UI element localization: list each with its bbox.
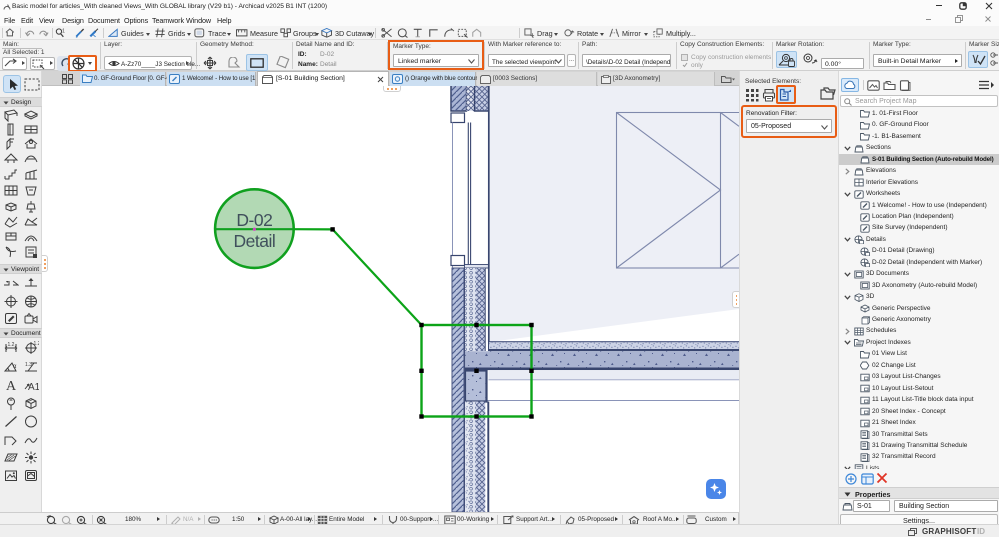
svg-text:1.2: 1.2 xyxy=(34,341,40,347)
svg-text:A1: A1 xyxy=(28,382,39,392)
svg-text:1.3: 1.3 xyxy=(25,362,32,368)
svg-text:D-02: D-02 xyxy=(236,210,272,230)
svg-text:1: 1 xyxy=(62,28,65,34)
svg-text:A: A xyxy=(6,379,17,392)
svg-text:Detail: Detail xyxy=(234,231,276,251)
svg-text:1.2: 1.2 xyxy=(8,342,15,348)
svg-text:α: α xyxy=(13,364,17,370)
